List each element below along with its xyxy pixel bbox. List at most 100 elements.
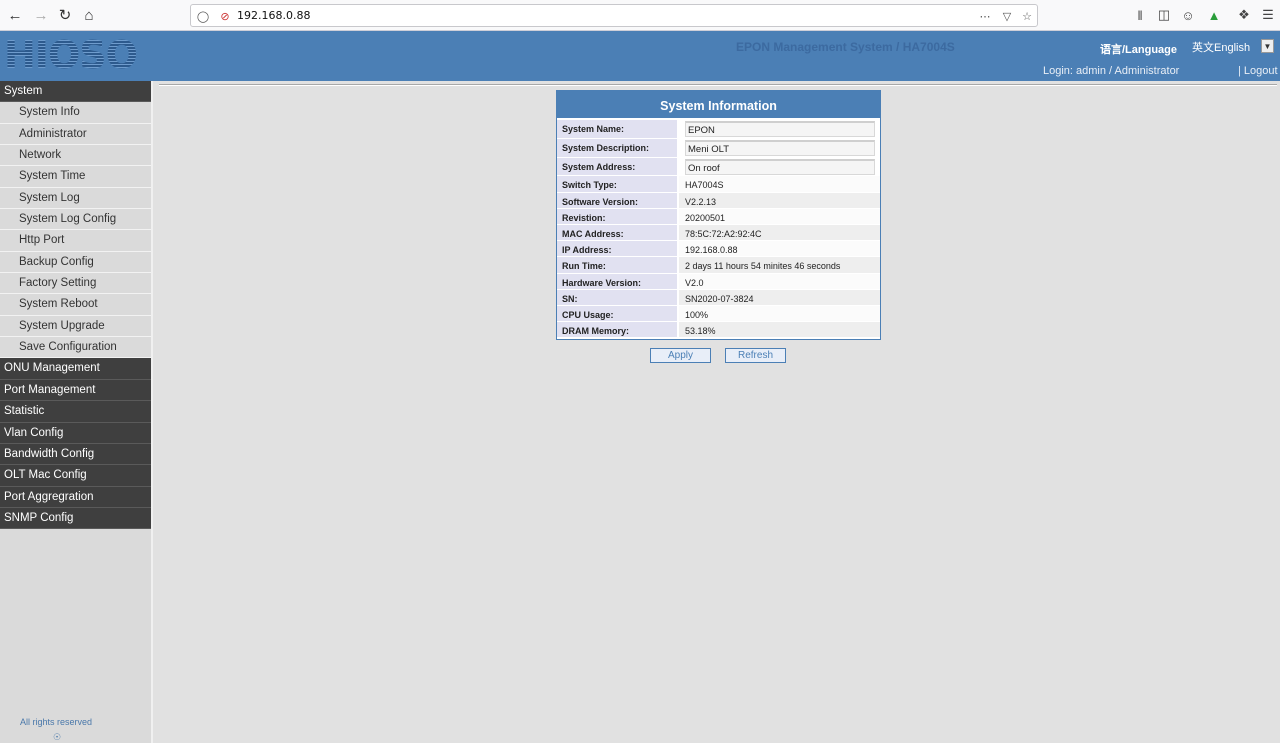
field-label: SN: <box>557 289 679 306</box>
sidebar-item-backup-config[interactable]: Backup Config <box>0 251 151 274</box>
bookmark-star-icon[interactable]: ☆ <box>1019 8 1035 24</box>
url-bar[interactable]: ◯ ⊘ 192.168.0.88 ⋯ ▽ ☆ <box>190 4 1038 27</box>
field-value-cell: Meni OLT <box>679 138 880 158</box>
addons-icon[interactable]: ❖ <box>1234 5 1254 25</box>
panel-title: System Information <box>557 91 880 120</box>
copyright-icon: ☉ <box>53 732 62 742</box>
field-label: Revistion: <box>557 208 679 225</box>
field-value-cell: 2 days 11 hours 54 minites 46 seconds <box>679 257 880 274</box>
sidebar-item-port-management[interactable]: Port Management <box>0 379 151 402</box>
table-row: Software Version: V2.2.13 <box>557 192 880 209</box>
browser-toolbar: ← → ↻ ⌂ ◯ ⊘ 192.168.0.88 ⋯ ▽ ☆ ‖ ◫ ☺ ▲ ❖… <box>0 0 1280 31</box>
system-description-input[interactable]: Meni OLT <box>685 139 875 156</box>
sidebar-menu: System System Info Administrator Network Sys… <box>0 81 151 530</box>
sidebar-item-bandwidth-config[interactable]: Bandwidth Config <box>0 443 151 466</box>
table-row: CPU Usage: 100% <box>557 305 880 323</box>
field-label: IP Address: <box>557 241 679 258</box>
sidebar-item-system-upgrade[interactable]: System Upgrade <box>0 315 151 338</box>
more-actions-icon[interactable]: ⋯ <box>977 8 993 24</box>
sidebar: System System Info Administrator Network Sys… <box>0 81 153 743</box>
sidebar-item-statistic[interactable]: Statistic <box>0 401 151 423</box>
pocket-icon[interactable]: ▽ <box>999 8 1015 24</box>
home-icon[interactable]: ⌂ <box>78 4 100 26</box>
back-arrow-icon[interactable]: ← <box>4 4 26 26</box>
sidebar-item-save-configuration[interactable]: Save Configuration <box>0 337 151 359</box>
sidebar-item-snmp-config[interactable]: SNMP Config <box>0 507 151 530</box>
sidebar-icon[interactable]: ◫ <box>1154 5 1174 25</box>
field-label: System Address: <box>557 157 679 177</box>
system-title: EPON Management System / HA7004S <box>736 40 955 54</box>
language-select-value: 英文English <box>1192 42 1251 54</box>
field-value-cell: HA7004S <box>679 176 880 193</box>
table-row: MAC Address: 78:5C:72:A2:92:4C <box>557 224 880 242</box>
field-value-cell: V2.2.13 <box>679 192 880 209</box>
table-row: System Address: On roof <box>557 157 880 177</box>
sidebar-item-system-reboot[interactable]: System Reboot <box>0 294 151 316</box>
field-value-cell: On roof <box>679 157 880 177</box>
field-value-cell: 53.18% <box>679 322 880 339</box>
field-value-cell: V2.0 <box>679 273 880 290</box>
field-label: MAC Address: <box>557 224 679 242</box>
sidebar-item-http-port[interactable]: Http Port <box>0 230 151 252</box>
table-row: Hardware Version: V2.0 <box>557 273 880 290</box>
table-row: Revistion: 20200501 <box>557 208 880 225</box>
language-select[interactable]: 英文English ▼ <box>1192 39 1274 54</box>
reload-icon[interactable]: ↻ <box>54 4 76 26</box>
field-value-cell: 78:5C:72:A2:92:4C <box>679 224 880 242</box>
field-value-cell: 20200501 <box>679 208 880 225</box>
system-address-input[interactable]: On roof <box>685 158 875 175</box>
shield-icon[interactable]: ◯ <box>195 8 211 24</box>
account-icon[interactable]: ☺ <box>1178 5 1198 25</box>
language-label: 语言/Language <box>1100 44 1178 56</box>
sidebar-item-administrator[interactable]: Administrator <box>0 123 151 146</box>
info-table: System Name: EPON System Description: Meni … <box>557 120 880 339</box>
forward-arrow-icon[interactable]: → <box>30 4 52 26</box>
table-row: Run Time: 2 days 11 hours 54 minites 46 s… <box>557 257 880 274</box>
table-row: DRAM Memory: 53.18% <box>557 322 880 339</box>
chevron-down-icon[interactable]: ▼ <box>1261 39 1274 53</box>
table-row: IP Address: 192.168.0.88 <box>557 241 880 258</box>
field-label: System Name: <box>557 120 679 139</box>
extension-icon[interactable]: ▲ <box>1204 5 1224 25</box>
sidebar-item-system-time[interactable]: System Time <box>0 166 151 188</box>
field-label: Switch Type: <box>557 176 679 193</box>
sidebar-item-system[interactable]: System <box>0 81 151 103</box>
field-label: CPU Usage: <box>557 305 679 323</box>
system-name-input[interactable]: EPON <box>685 121 875 137</box>
field-label: Run Time: <box>557 257 679 274</box>
sidebar-item-system-log[interactable]: System Log <box>0 187 151 210</box>
sidebar-item-factory-setting[interactable]: Factory Setting <box>0 273 151 295</box>
logo: HIOSO <box>4 33 138 77</box>
url-text[interactable]: 192.168.0.88 <box>237 9 310 22</box>
field-value-cell: EPON <box>679 120 880 139</box>
login-info: Login: admin / Administrator <box>1043 65 1180 77</box>
rights-text: All rights reserved <box>20 717 93 727</box>
field-label: System Description: <box>557 138 679 158</box>
field-label: Software Version: <box>557 192 679 209</box>
apply-button[interactable]: Apply <box>650 348 711 363</box>
field-value-cell: SN2020-07-3824 <box>679 289 880 306</box>
sidebar-item-olt-mac-config[interactable]: OLT Mac Config <box>0 465 151 487</box>
logout-link[interactable]: | Logout <box>1238 65 1278 77</box>
sidebar-item-vlan-config[interactable]: Vlan Config <box>0 422 151 444</box>
sidebar-item-port-aggregration[interactable]: Port Aggregration <box>0 486 151 508</box>
system-information-panel: System Information System Name: EPON Syste… <box>556 90 881 340</box>
table-row: Switch Type: HA7004S <box>557 176 880 193</box>
sidebar-item-onu-management[interactable]: ONU Management <box>0 358 151 380</box>
content-divider <box>159 84 1277 86</box>
field-label: DRAM Memory: <box>557 322 679 339</box>
sidebar-item-system-log-config[interactable]: System Log Config <box>0 209 151 231</box>
library-icon[interactable]: ‖ <box>1130 5 1150 25</box>
field-value-cell: 100% <box>679 305 880 323</box>
table-row: System Description: Meni OLT <box>557 138 880 158</box>
table-row: SN: SN2020-07-3824 <box>557 289 880 306</box>
sidebar-item-system-info[interactable]: System Info <box>0 102 151 124</box>
sidebar-item-network[interactable]: Network <box>0 145 151 167</box>
app-header: HIOSO EPON Management System / HA7004S 语… <box>0 31 1280 81</box>
insecure-lock-icon[interactable]: ⊘ <box>217 8 233 24</box>
field-value-cell: 192.168.0.88 <box>679 241 880 258</box>
table-row: System Name: EPON <box>557 120 880 139</box>
refresh-button[interactable]: Refresh <box>725 348 786 363</box>
field-label: Hardware Version: <box>557 273 679 290</box>
menu-icon[interactable]: ☰ <box>1258 5 1278 25</box>
